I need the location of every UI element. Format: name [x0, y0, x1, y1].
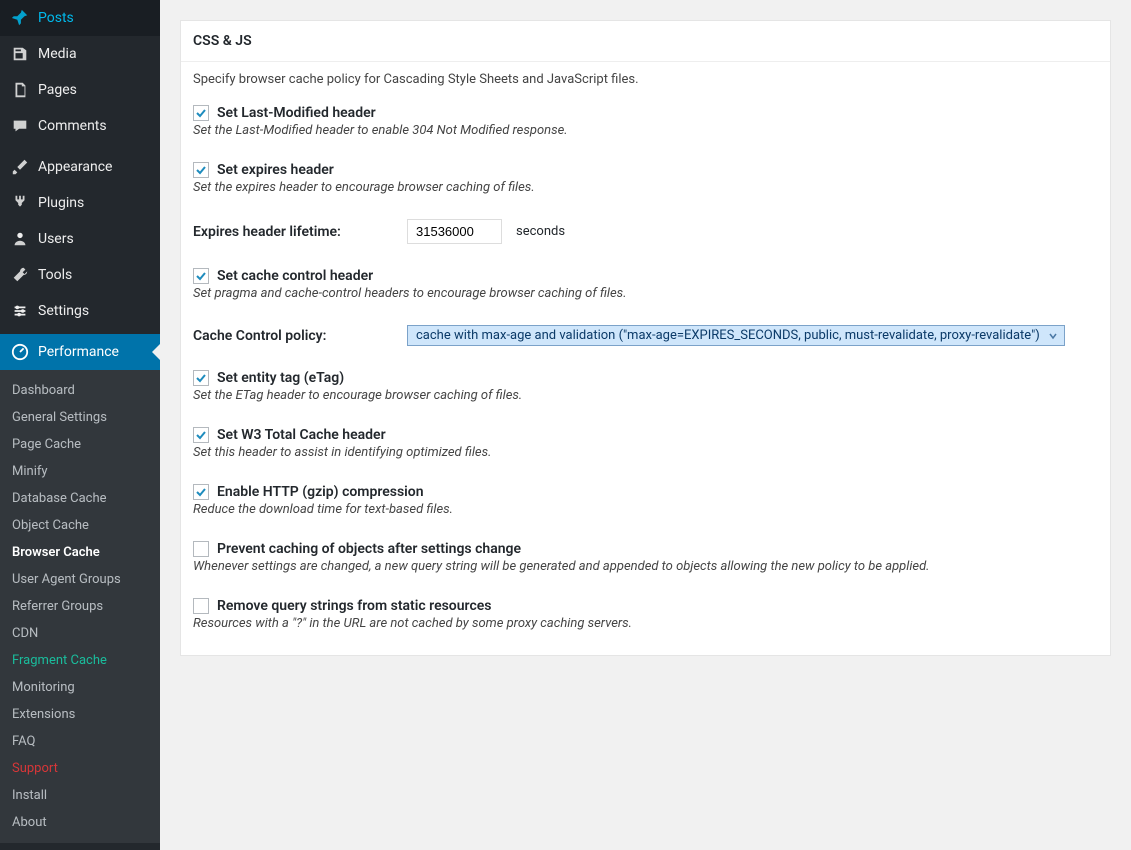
etag-checkbox[interactable] [193, 370, 209, 386]
menu-label: Pages [38, 82, 77, 98]
css-js-panel: CSS & JS Specify browser cache policy fo… [180, 20, 1111, 656]
menu-media[interactable]: Media [0, 36, 160, 72]
cache-policy-label: Cache Control policy: [193, 328, 393, 344]
pushpin-icon [10, 8, 30, 28]
submenu-minify[interactable]: Minify [0, 458, 160, 485]
menu-performance[interactable]: Performance [0, 334, 160, 370]
expires-header-checkbox[interactable] [193, 162, 209, 178]
remove-qs-checkbox[interactable] [193, 598, 209, 614]
panel-description: Specify browser cache policy for Cascadi… [193, 72, 1098, 87]
panel-title: CSS & JS [181, 21, 1110, 62]
expires-lifetime-input[interactable] [407, 219, 502, 244]
settings-icon [10, 301, 30, 321]
remove-qs-label: Remove query strings from static resourc… [217, 598, 491, 614]
submenu-browser-cache[interactable]: Browser Cache [0, 539, 160, 566]
w3tc-header-help: Set this header to assist in identifying… [193, 445, 1098, 460]
menu-label: Tools [38, 267, 72, 283]
menu-label: Users [38, 231, 74, 247]
submenu-about[interactable]: About [0, 809, 160, 836]
performance-icon [10, 342, 30, 362]
etag-help: Set the ETag header to encourage browser… [193, 388, 1098, 403]
menu-label: Performance [38, 344, 119, 360]
media-icon [10, 44, 30, 64]
gzip-checkbox[interactable] [193, 484, 209, 500]
menu-appearance[interactable]: Appearance [0, 149, 160, 185]
menu-label: Comments [38, 118, 107, 134]
submenu-dashboard[interactable]: Dashboard [0, 377, 160, 404]
gzip-help: Reduce the download time for text-based … [193, 502, 1098, 517]
submenu-faq[interactable]: FAQ [0, 728, 160, 755]
remove-qs-help: Resources with a "?" in the URL are not … [193, 616, 1098, 631]
submenu-support[interactable]: Support [0, 755, 160, 782]
gzip-label: Enable HTTP (gzip) compression [217, 484, 424, 500]
expires-header-label: Set expires header [217, 162, 334, 178]
cache-control-checkbox[interactable] [193, 268, 209, 284]
w3tc-header-checkbox[interactable] [193, 427, 209, 443]
cache-policy-value: cache with max-age and validation ("max-… [416, 328, 1040, 343]
menu-tools[interactable]: Tools [0, 257, 160, 293]
submenu-object-cache[interactable]: Object Cache [0, 512, 160, 539]
submenu-install[interactable]: Install [0, 782, 160, 809]
admin-sidebar: Posts Media Pages Comments Appearance Pl… [0, 0, 160, 850]
menu-label: Appearance [38, 159, 112, 175]
chevron-down-icon [1048, 331, 1058, 341]
menu-label: Plugins [38, 195, 84, 211]
last-modified-checkbox[interactable] [193, 105, 209, 121]
cache-control-label: Set cache control header [217, 268, 373, 284]
w3tc-header-label: Set W3 Total Cache header [217, 427, 386, 443]
menu-label: Media [38, 46, 77, 62]
menu-posts[interactable]: Posts [0, 0, 160, 36]
submenu-page-cache[interactable]: Page Cache [0, 431, 160, 458]
content-area: CSS & JS Specify browser cache policy fo… [160, 0, 1131, 850]
submenu-cdn[interactable]: CDN [0, 620, 160, 647]
cache-control-help: Set pragma and cache-control headers to … [193, 286, 1098, 301]
submenu-database-cache[interactable]: Database Cache [0, 485, 160, 512]
prevent-caching-help: Whenever settings are changed, a new que… [193, 559, 1098, 574]
expires-lifetime-unit: seconds [516, 224, 565, 239]
cache-policy-select[interactable]: cache with max-age and validation ("max-… [407, 325, 1065, 346]
etag-label: Set entity tag (eTag) [217, 370, 344, 386]
submenu-fragment-cache[interactable]: Fragment Cache [0, 647, 160, 674]
last-modified-label: Set Last-Modified header [217, 105, 376, 121]
menu-label: Posts [38, 10, 74, 26]
submenu-extensions[interactable]: Extensions [0, 701, 160, 728]
submenu-general-settings[interactable]: General Settings [0, 404, 160, 431]
expires-header-help: Set the expires header to encourage brow… [193, 180, 1098, 195]
submenu-user-agent-groups[interactable]: User Agent Groups [0, 566, 160, 593]
menu-settings[interactable]: Settings [0, 293, 160, 329]
menu-comments[interactable]: Comments [0, 108, 160, 144]
performance-submenu: Dashboard General Settings Page Cache Mi… [0, 370, 160, 843]
comments-icon [10, 116, 30, 136]
submenu-referrer-groups[interactable]: Referrer Groups [0, 593, 160, 620]
menu-plugins[interactable]: Plugins [0, 185, 160, 221]
submenu-monitoring[interactable]: Monitoring [0, 674, 160, 701]
plug-icon [10, 193, 30, 213]
menu-pages[interactable]: Pages [0, 72, 160, 108]
menu-label: Settings [38, 303, 89, 319]
tools-icon [10, 265, 30, 285]
expires-lifetime-label: Expires header lifetime: [193, 224, 393, 240]
menu-users[interactable]: Users [0, 221, 160, 257]
last-modified-help: Set the Last-Modified header to enable 3… [193, 123, 1098, 138]
users-icon [10, 229, 30, 249]
pages-icon [10, 80, 30, 100]
brush-icon [10, 157, 30, 177]
prevent-caching-checkbox[interactable] [193, 541, 209, 557]
prevent-caching-label: Prevent caching of objects after setting… [217, 541, 521, 557]
